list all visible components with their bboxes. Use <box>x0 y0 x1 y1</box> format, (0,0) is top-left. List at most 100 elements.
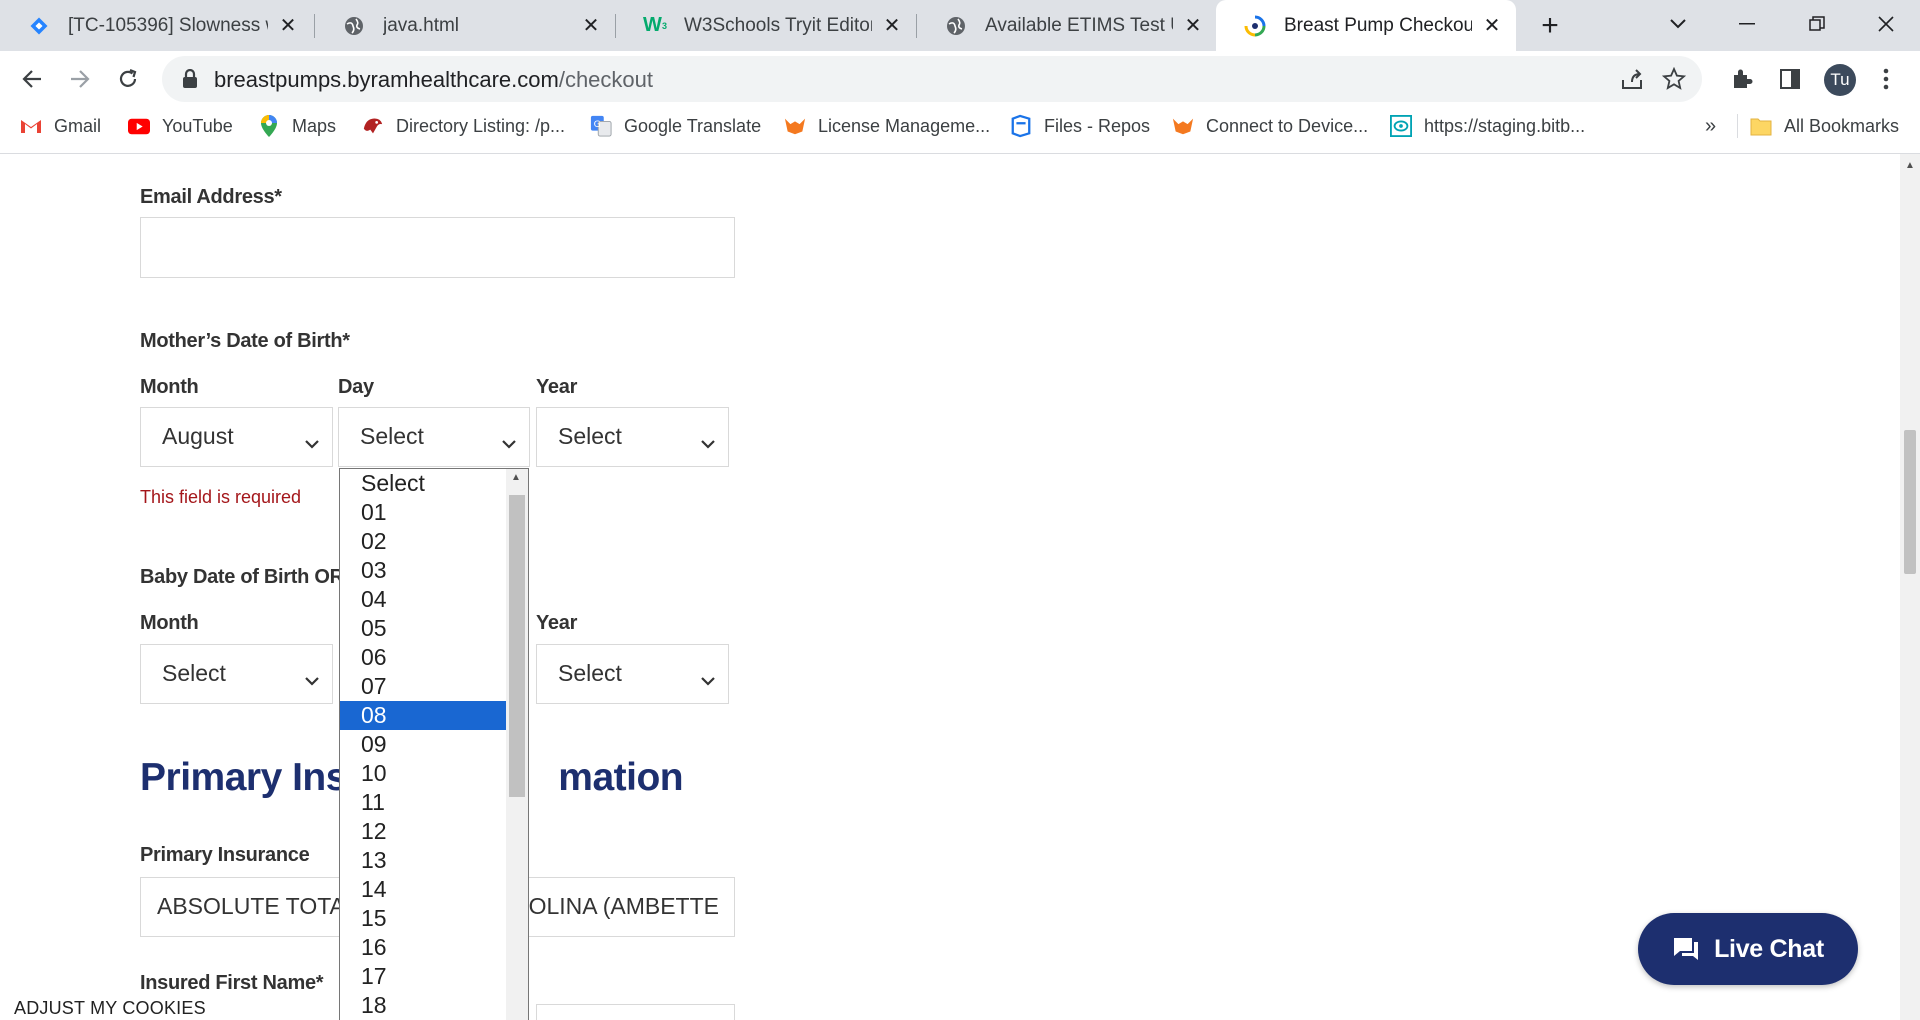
live-chat-button[interactable]: Live Chat <box>1638 913 1858 985</box>
adjust-cookies-link[interactable]: ADJUST MY COOKIES <box>14 998 206 1019</box>
bookmark-gmail[interactable]: Gmail <box>20 106 101 146</box>
side-panel-icon[interactable] <box>1770 59 1810 99</box>
bookmark-youtube[interactable]: YouTube <box>128 106 233 146</box>
bookmark-files-repos[interactable]: Files - Repos <box>1010 106 1150 146</box>
scroll-up-arrow-icon[interactable]: ▲ <box>1905 160 1915 171</box>
gmail-icon <box>20 115 42 137</box>
page-scroll-thumb[interactable] <box>1904 430 1916 574</box>
chevron-down-icon <box>304 428 320 455</box>
youtube-icon <box>128 115 150 137</box>
tab-w3schools[interactable]: W3 W3Schools Tryit Editor ✕ <box>616 0 916 51</box>
close-window-button[interactable] <box>1866 6 1906 42</box>
bookmark-label: License Manageme... <box>818 115 991 136</box>
kebab-menu-icon[interactable] <box>1866 59 1906 99</box>
folder-icon <box>1750 115 1772 137</box>
reload-button[interactable] <box>108 59 148 99</box>
profile-avatar[interactable]: Tu <box>1824 64 1856 96</box>
primary-insurance-value-left: ABSOLUTE TOTAL <box>157 893 345 919</box>
insured-first-name-field[interactable] <box>536 1004 735 1020</box>
extensions-puzzle-icon[interactable] <box>1722 59 1762 99</box>
tab-java-html[interactable]: java.html ✕ <box>315 0 615 51</box>
url-text: breastpumps.byramhealthcare.com/checkout <box>214 67 653 93</box>
share-icon[interactable] <box>1617 64 1647 94</box>
primary-insurance-field[interactable]: ABSOLUTE TOTAL <box>140 877 345 937</box>
checkout-page: Email Address* Mother’s Date of Birth* M… <box>0 154 1900 1020</box>
browser-toolbar: breastpumps.byramhealthcare.com/checkout… <box>0 51 1920 106</box>
dropdown-option[interactable]: 09 <box>340 730 506 759</box>
all-bookmarks-folder[interactable]: All Bookmarks <box>1750 106 1899 146</box>
bookmarks-divider <box>1737 114 1738 138</box>
dropdown-option[interactable]: 14 <box>340 875 506 904</box>
dropdown-option[interactable]: 04 <box>340 585 506 614</box>
email-field[interactable] <box>140 217 735 278</box>
dropdown-option[interactable]: 12 <box>340 817 506 846</box>
dropdown-option[interactable]: 17 <box>340 962 506 991</box>
lock-icon <box>182 68 198 94</box>
baby-year-select[interactable]: Select <box>536 644 729 704</box>
dropdown-option[interactable]: 02 <box>340 527 506 556</box>
scroll-up-arrow-icon[interactable]: ▲ <box>511 472 521 483</box>
close-tab-icon[interactable]: ✕ <box>880 14 904 38</box>
chevron-down-icon <box>700 665 716 692</box>
baby-year-label: Year <box>536 612 578 634</box>
bitbucket-icon <box>1390 115 1412 137</box>
bookmark-label: https://staging.bitb... <box>1424 115 1586 136</box>
tab-jira[interactable]: [TC-105396] Slowness wh ✕ <box>0 0 312 51</box>
dropdown-option[interactable]: 11 <box>340 788 506 817</box>
dropdown-option[interactable]: 18 <box>340 991 506 1020</box>
bookmark-google-translate[interactable]: G Google Translate <box>590 106 761 146</box>
page-scrollbar[interactable]: ▲ <box>1900 154 1920 1020</box>
mother-day-select[interactable]: Select <box>338 407 530 467</box>
bookmark-star-icon[interactable] <box>1659 64 1689 94</box>
selected-value: Select <box>558 660 622 686</box>
close-tab-icon[interactable]: ✕ <box>579 14 603 38</box>
chevron-down-icon <box>304 665 320 692</box>
dropdown-option[interactable]: 08 <box>340 701 506 730</box>
bookmark-staging-bitbucket[interactable]: https://staging.bitb... <box>1390 106 1585 146</box>
primary-insurance-value-right: ROLINA (AMBETTE <box>525 893 719 919</box>
close-tab-icon[interactable]: ✕ <box>1181 14 1205 38</box>
bookmark-license-management[interactable]: License Manageme... <box>784 106 990 146</box>
chat-bubble-icon <box>1672 936 1700 962</box>
chevron-down-icon <box>700 428 716 455</box>
insured-first-name-label: Insured First Name* <box>140 972 324 994</box>
close-tab-icon[interactable]: ✕ <box>276 14 300 38</box>
tab-title: java.html <box>383 14 460 36</box>
dropdown-option[interactable]: 07 <box>340 672 506 701</box>
tab-title: Breast Pump Checkout <box>1284 14 1472 36</box>
tab-strip: [TC-105396] Slowness wh ✕ java.html ✕ W3… <box>0 0 1920 51</box>
tab-search-chevron-icon[interactable] <box>1658 6 1698 42</box>
bookmarks-overflow-button[interactable]: » <box>1705 106 1716 146</box>
dropdown-option[interactable]: 01 <box>340 498 506 527</box>
dropdown-scroll-thumb[interactable] <box>509 495 525 797</box>
dropdown-option[interactable]: Select <box>340 469 506 498</box>
chevron-down-icon <box>501 428 517 455</box>
mother-year-select[interactable]: Select <box>536 407 729 467</box>
back-button[interactable] <box>12 59 52 99</box>
tab-etims[interactable]: Available ETIMS Test User ✕ <box>917 0 1217 51</box>
bookmark-directory-listing[interactable]: Directory Listing: /p... <box>362 106 565 146</box>
dropdown-option[interactable]: 05 <box>340 614 506 643</box>
dropdown-option[interactable]: 16 <box>340 933 506 962</box>
primary-insurance-field-right[interactable]: ROLINA (AMBETTE <box>525 877 735 937</box>
dropdown-option[interactable]: 15 <box>340 904 506 933</box>
dropdown-option[interactable]: 03 <box>340 556 506 585</box>
dropdown-option[interactable]: 13 <box>340 846 506 875</box>
tab-breast-pump-checkout[interactable]: Breast Pump Checkout ✕ <box>1216 0 1516 51</box>
bookmark-connect-to-device[interactable]: Connect to Device... <box>1172 106 1368 146</box>
bookmark-maps[interactable]: Maps <box>258 106 336 146</box>
new-tab-button[interactable]: + <box>1532 8 1568 44</box>
baby-month-select[interactable]: Select <box>140 644 333 704</box>
dropdown-option[interactable]: 06 <box>340 643 506 672</box>
minimize-button[interactable] <box>1727 6 1767 42</box>
day-dropdown-list[interactable]: Select 01 02 03 04 05 06 07 08 09 10 11 12 13 14 15 16 17… <box>339 468 529 1020</box>
restore-button[interactable] <box>1797 6 1837 42</box>
address-bar[interactable]: breastpumps.byramhealthcare.com/checkout <box>162 56 1702 102</box>
selected-value: Select <box>360 423 424 449</box>
forward-button[interactable] <box>60 59 100 99</box>
dropdown-scrollbar[interactable]: ▲ <box>506 469 528 1020</box>
close-tab-icon[interactable]: ✕ <box>1480 14 1504 38</box>
dropdown-option[interactable]: 10 <box>340 759 506 788</box>
mother-month-select[interactable]: August <box>140 407 333 467</box>
directory-icon <box>362 115 384 137</box>
